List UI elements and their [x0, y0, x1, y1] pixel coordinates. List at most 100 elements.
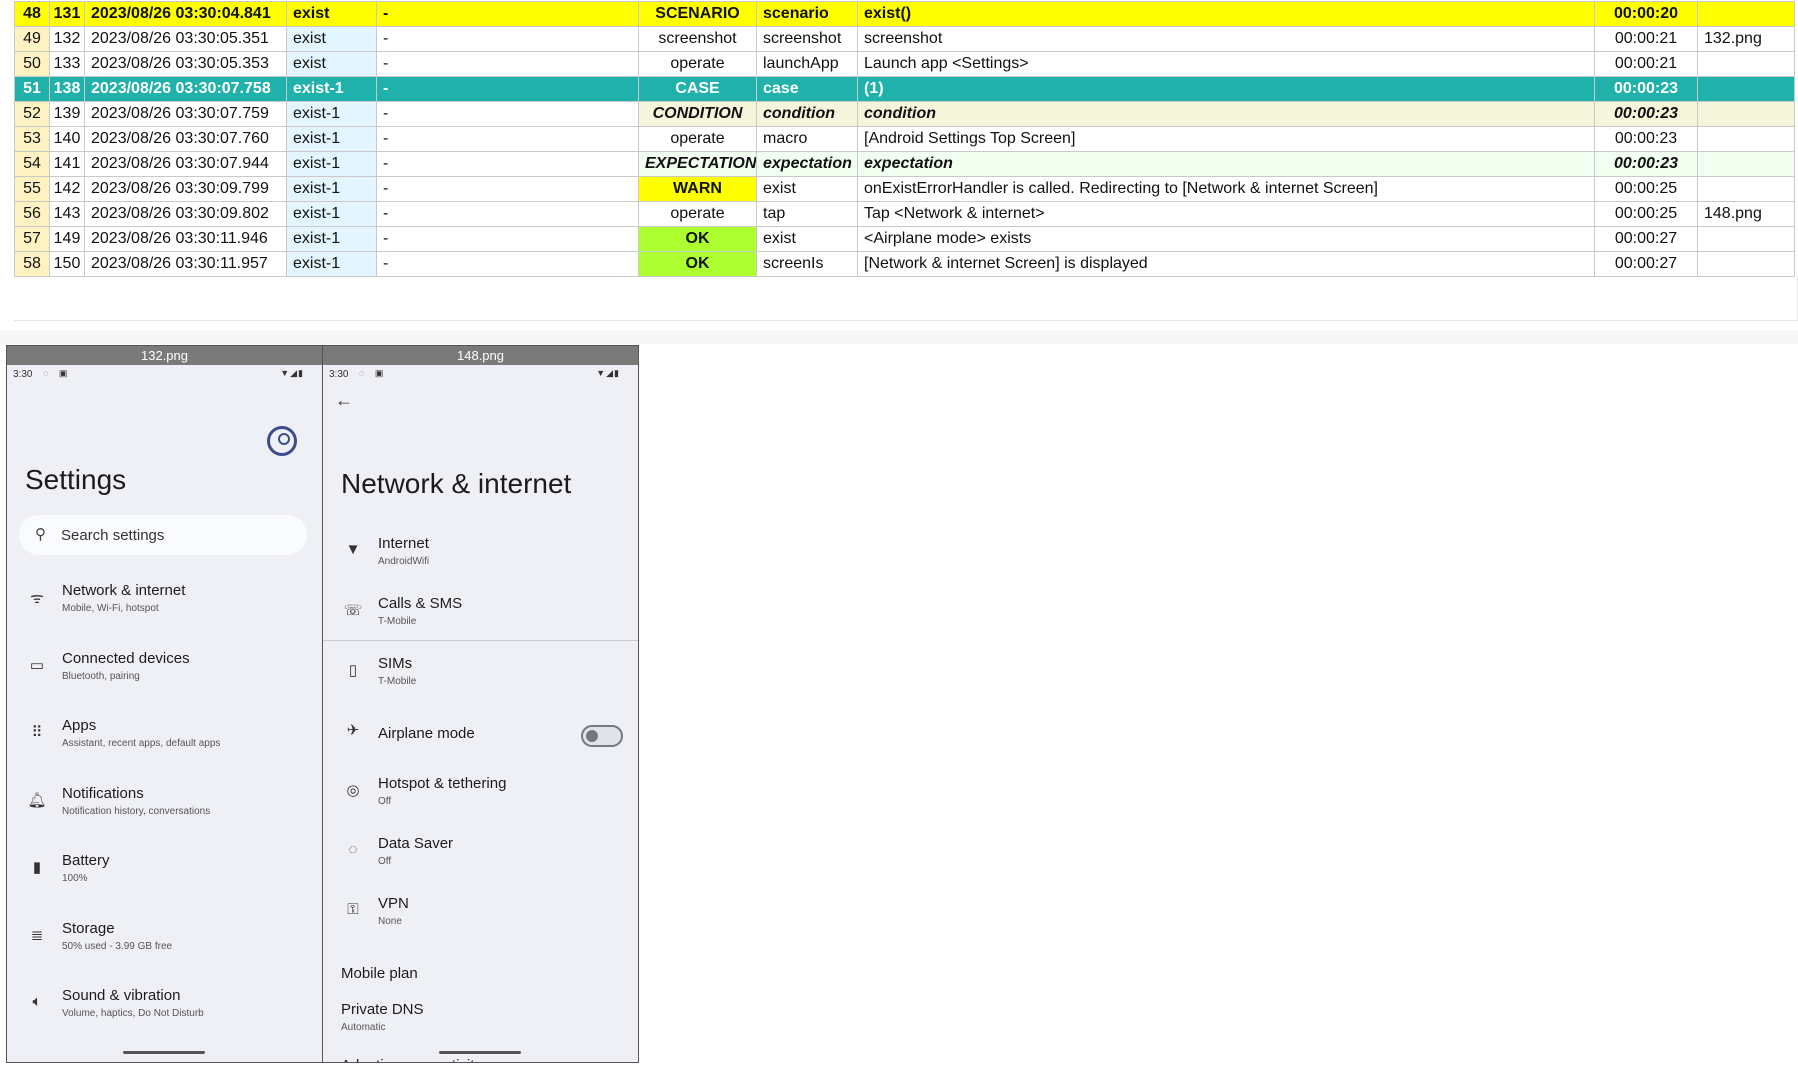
- section-divider: [0, 330, 1798, 344]
- airplane-icon: ✈: [346, 722, 360, 739]
- cell-elapsed-time: 00:00:21: [1594, 51, 1698, 77]
- screenshot-caption: 148.png: [323, 346, 638, 365]
- settings-item[interactable]: ✈ Airplane mode: [323, 709, 638, 761]
- settings-item[interactable]: ▯ SIMs T-Mobile: [323, 649, 638, 701]
- cell-message: screenshot: [857, 26, 1595, 52]
- status-bar: 3:30 ◌ ▣ ▼◢▮: [7, 365, 322, 384]
- settings-item-title: SIMs: [378, 655, 413, 672]
- account-avatar-icon[interactable]: [267, 426, 297, 456]
- cell-log-type: CASE: [638, 76, 757, 102]
- status-notification-icons: ◌ ▣: [43, 368, 72, 378]
- cell-message: [Network & internet Screen] is displayed: [857, 251, 1595, 277]
- table-row[interactable]: 50 133 2023/08/26 03:30:05.353 exist - operat…: [14, 51, 1795, 77]
- page-title: Settings: [25, 464, 127, 495]
- settings-item-title: Private DNS: [341, 1001, 424, 1018]
- settings-item-title: Data Saver: [378, 835, 454, 852]
- settings-item-summary: Assistant, recent apps, default apps: [62, 738, 221, 749]
- cell-log-name: exist-1: [286, 201, 377, 227]
- cell-log-name: exist: [286, 51, 377, 77]
- cell-screenshot-file: [1697, 1, 1795, 27]
- apps-icon: ⠿: [31, 724, 43, 741]
- settings-item-title: Battery: [62, 852, 110, 869]
- cell-row-number: 54: [14, 151, 50, 177]
- settings-item[interactable]: 🔔︎ Notifications Notification history, con…: [7, 779, 322, 831]
- settings-item[interactable]: Private DNS Automatic: [323, 995, 638, 1047]
- settings-item[interactable]: ⚿ VPN None: [323, 889, 638, 941]
- table-row[interactable]: 48 131 2023/08/26 03:30:04.841 exist - SCENAR…: [14, 1, 1795, 27]
- cell-elapsed-time: 00:00:23: [1594, 151, 1698, 177]
- table-row[interactable]: 49 132 2023/08/26 03:30:05.351 exist - screen…: [14, 26, 1795, 52]
- section-divider: [323, 640, 638, 641]
- settings-item[interactable]: ◌ Data Saver Off: [323, 829, 638, 881]
- table-row[interactable]: 58 150 2023/08/26 03:30:11.957 exist-1- OK sc…: [14, 251, 1795, 277]
- settings-item-title: Notifications: [62, 784, 144, 802]
- cell-log-type: CONDITION: [638, 101, 757, 127]
- back-arrow-icon[interactable]: ←: [335, 390, 353, 411]
- cell-row-number: 56: [14, 201, 50, 227]
- cell-log-name: exist-1: [286, 101, 377, 127]
- cell-line-number: 138: [49, 76, 85, 102]
- settings-item-summary: Automatic: [341, 1022, 386, 1033]
- search-placeholder: Search settings: [61, 527, 165, 544]
- cell-message: Tap <Network & internet>: [857, 201, 1595, 227]
- screenshot-148: 148.png 3:30 ◌ ▣ ▼◢▮ ← Network & interne…: [322, 345, 639, 1063]
- cell-command: screenshot: [756, 26, 858, 52]
- cell-line-number: 131: [49, 1, 85, 27]
- table-row[interactable]: 51 138 2023/08/26 03:30:07.758 exist-1- CASE…: [14, 76, 1795, 102]
- cell-log-name: exist-1: [286, 251, 377, 277]
- vpn-icon: ⚿: [347, 901, 359, 918]
- cell-group: -: [376, 251, 639, 277]
- settings-item-summary: T-Mobile: [378, 676, 417, 687]
- cell-command: expectation: [756, 151, 858, 177]
- cell-log-name: exist: [286, 26, 377, 52]
- hotspot-icon: ◎: [346, 782, 360, 799]
- table-row[interactable]: 52 139 2023/08/26 03:30:07.759 exist-1- COND…: [14, 101, 1795, 127]
- table-row[interactable]: 56 143 2023/08/26 03:30:09.802 exist-1- oper…: [14, 201, 1795, 227]
- settings-item[interactable]: Mobile plan: [323, 949, 638, 1001]
- cell-group: -: [376, 176, 639, 202]
- cell-timestamp: 2023/08/26 03:30:07.944: [84, 151, 287, 177]
- cell-screenshot-file: [1697, 76, 1795, 102]
- table-row[interactable]: 57 149 2023/08/26 03:30:11.946 exist-1- OK ex…: [14, 226, 1795, 252]
- settings-item[interactable]: ▮ Battery 100%: [7, 846, 322, 898]
- cell-message: condition: [857, 101, 1595, 127]
- cell-screenshot-file[interactable]: 148.png: [1697, 201, 1795, 227]
- gesture-nav-bar[interactable]: [123, 1051, 205, 1054]
- cell-elapsed-time: 00:00:25: [1594, 176, 1698, 202]
- cell-timestamp: 2023/08/26 03:30:05.353: [84, 51, 287, 77]
- settings-item-summary: Bluetooth, pairing: [62, 670, 140, 682]
- settings-item[interactable]: ◎ Hotspot & tethering Off: [323, 769, 638, 821]
- cell-group: -: [376, 101, 639, 127]
- settings-item[interactable]: ⠿ Apps Assistant, recent apps, default app…: [7, 711, 322, 763]
- settings-item[interactable]: ▭ Connected devices Bluetooth, pairing: [7, 644, 322, 696]
- settings-item-summary: AndroidWifi: [378, 556, 430, 567]
- cell-group: -: [376, 76, 639, 102]
- settings-item[interactable]: 🔈︎ Sound & vibration Volume, haptics, Do N…: [7, 981, 322, 1033]
- cell-screenshot-file[interactable]: 132.png: [1697, 26, 1795, 52]
- search-settings-input[interactable]: ⚲ Search settings: [19, 515, 307, 555]
- settings-item[interactable]: ≣ Storage 50% used - 3.99 GB free: [7, 914, 322, 966]
- cell-log-name: exist-1: [286, 76, 377, 102]
- settings-item-title: Sound & vibration: [62, 987, 181, 1004]
- table-row[interactable]: 55 142 2023/08/26 03:30:09.799 exist-1- WARN…: [14, 176, 1795, 202]
- gesture-nav-bar[interactable]: [439, 1051, 521, 1054]
- settings-item-summary: Mobile, Wi-Fi, hotspot: [62, 603, 159, 614]
- cell-command: exist: [756, 226, 858, 252]
- cell-timestamp: 2023/08/26 03:30:07.760: [84, 126, 287, 152]
- airplane-mode-toggle[interactable]: [581, 725, 623, 747]
- status-notification-icons: ◌ ▣: [359, 368, 388, 378]
- cell-log-type: EXPECTATION: [638, 151, 757, 177]
- settings-item[interactable]: ☏ Calls & SMS T-Mobile: [323, 589, 638, 641]
- cell-row-number: 55: [14, 176, 50, 202]
- cell-row-number: 48: [14, 1, 50, 27]
- table-row[interactable]: 54 141 2023/08/26 03:30:07.944 exist-1- EXPE…: [14, 151, 1795, 177]
- table-row[interactable]: 53 140 2023/08/26 03:30:07.760 exist-1- oper…: [14, 126, 1795, 152]
- cell-timestamp: 2023/08/26 03:30:04.841: [84, 1, 287, 27]
- settings-item-title: Adaptive connectivity: [341, 1057, 482, 1062]
- settings-item[interactable]: ᯤ Network & internet Mobile, Wi-Fi, hotspo…: [7, 576, 322, 628]
- cell-log-type: OK: [638, 251, 757, 277]
- settings-item[interactable]: ▼ Internet AndroidWifi: [323, 529, 638, 581]
- cell-log-type: OK: [638, 226, 757, 252]
- table-footer-area: [14, 276, 1798, 321]
- wifi-icon: ᯤ: [30, 590, 44, 607]
